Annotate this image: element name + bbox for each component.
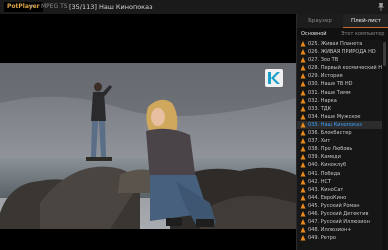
media-file-icon: [300, 81, 306, 87]
playlist-item-label: 046. Русский Детектив: [308, 210, 369, 217]
media-file-icon: [300, 235, 306, 241]
playlist-item[interactable]: 032. Нарка: [297, 97, 383, 105]
playlist-item-label: 038. Про Любовь: [308, 146, 353, 153]
playlist-item[interactable]: 027. Зоо ТВ: [297, 56, 383, 64]
playlist-item[interactable]: 047. Русский Иллюзион: [297, 218, 383, 226]
title-bar: PotPlayer ▾ MPEG TS [35/113] Наш Кинопок…: [0, 0, 388, 14]
media-file-icon: [300, 73, 306, 79]
playlist-item[interactable]: 045. Русский Роман: [297, 202, 383, 210]
playlist-item[interactable]: 049. Ретро: [297, 234, 383, 242]
playlist-item-label: 031. Наше Тимм: [308, 89, 351, 96]
media-file-icon: [300, 105, 306, 112]
playlist-item-label: 025. Живая Планета: [308, 41, 363, 47]
media-file-icon: [300, 65, 306, 71]
playlist-item-label: 041. Победа: [308, 170, 341, 177]
media-file-icon: [300, 121, 306, 128]
subtab-this-computer[interactable]: Этот компьютер: [341, 28, 384, 40]
playlist-item[interactable]: 036. Блокбастер: [297, 129, 383, 137]
playlist-item[interactable]: 048. Иллюзион+: [297, 226, 383, 234]
playlist-item[interactable]: 025. Живая Планета: [297, 40, 383, 48]
playlist-item-label: 029. История: [308, 73, 343, 80]
channel-logo-icon: [265, 69, 283, 87]
playlist-item-label: 033. ТДК: [308, 105, 332, 112]
media-file-icon: [300, 202, 306, 209]
pin-icon[interactable]: [376, 2, 386, 12]
media-file-icon: [300, 170, 306, 176]
media-file-icon: [300, 227, 306, 233]
video-area[interactable]: [0, 14, 296, 250]
playlist-item[interactable]: 043. КиноСат: [297, 186, 383, 194]
window-title: [35/113] Наш Кинопоказ: [69, 3, 153, 11]
playlist-item[interactable]: 046. Русский Детектив: [297, 210, 383, 218]
media-file-icon: [300, 146, 306, 152]
video-frame: [0, 63, 296, 229]
media-file-icon: [300, 194, 306, 201]
media-file-icon: [300, 186, 306, 193]
subtab-main[interactable]: Основной: [301, 28, 327, 40]
media-file-icon: [300, 138, 306, 144]
playlist-item-label: 035. Наш Кинопоказ: [308, 121, 362, 128]
playlist-item[interactable]: 034. Наше Мужское: [297, 113, 383, 121]
playlist-item-label: 037. Хит: [308, 138, 331, 145]
media-file-icon: [300, 41, 306, 47]
panel-subtabs: Основной Этот компьютер: [297, 28, 388, 40]
media-file-icon: [300, 154, 306, 160]
playlist-panel: Браузер Плей-лист Основной Этот компьюте…: [296, 14, 388, 250]
media-file-icon: [300, 130, 306, 136]
playlist-item[interactable]: 037. Хит: [297, 137, 383, 145]
playlist-item-label: 042. НСТ: [308, 178, 332, 185]
playlist-item-label: 028. Первый космический HD: [308, 65, 383, 72]
playlist-item[interactable]: 038. Про Любовь: [297, 145, 383, 153]
media-file-icon: [300, 97, 306, 104]
playlist-item-label: 030. Наше ТВ HD: [308, 81, 353, 88]
media-file-icon: [300, 162, 306, 168]
playlist-item[interactable]: 031. Наше Тимм: [297, 89, 383, 97]
media-file-icon: [300, 57, 306, 63]
playlist: 025. Живая Планета 026. ЖИВАЯ ПРИРОДА HD 0…: [297, 40, 383, 250]
playlist-item-label: 044. ЕвроКино: [308, 194, 347, 201]
playlist-item-label: 032. Нарка: [308, 97, 337, 104]
playlist-item-label: 040. Киноклуб: [308, 162, 347, 169]
media-file-icon: [300, 89, 306, 96]
media-file-icon: [300, 113, 306, 120]
playlist-item[interactable]: 039. Камеди: [297, 153, 383, 161]
playlist-scrollbar[interactable]: [382, 40, 387, 250]
playlist-item-label: 039. Камеди: [308, 154, 341, 161]
panel-tabs: Браузер Плей-лист: [297, 14, 388, 28]
playlist-item-label: 043. КиноСат: [308, 186, 344, 193]
playlist-item-label: 027. Зоо ТВ: [308, 57, 339, 64]
app-menu-button[interactable]: PotPlayer: [4, 2, 43, 12]
format-label: MPEG TS: [41, 3, 68, 10]
chevron-down-icon[interactable]: ▾: [30, 1, 33, 13]
playlist-item[interactable]: 035. Наш Кинопоказ: [297, 120, 383, 130]
media-file-icon: [300, 210, 306, 217]
media-file-icon: [300, 219, 306, 225]
playlist-item-label: 049. Ретро: [308, 235, 336, 242]
scroll-thumb[interactable]: [383, 42, 386, 66]
playlist-item-label: 034. Наше Мужское: [308, 113, 361, 120]
tab-browser[interactable]: Браузер: [297, 14, 343, 28]
playlist-item[interactable]: 030. Наше ТВ HD: [297, 80, 383, 88]
media-file-icon: [300, 178, 306, 185]
playlist-item[interactable]: 033. ТДК: [297, 105, 383, 113]
playlist-item[interactable]: 028. Первый космический HD: [297, 64, 383, 72]
playlist-item[interactable]: 040. Киноклуб: [297, 161, 383, 169]
playlist-item-label: 026. ЖИВАЯ ПРИРОДА HD: [308, 49, 376, 56]
playlist-item[interactable]: 026. ЖИВАЯ ПРИРОДА HD: [297, 48, 383, 56]
playlist-item-label: 048. Иллюзион+: [308, 227, 352, 234]
media-file-icon: [300, 49, 306, 55]
playlist-item-label: 036. Блокбастер: [308, 130, 352, 137]
playlist-item[interactable]: 044. ЕвроКино: [297, 194, 383, 202]
playlist-item[interactable]: 041. Победа: [297, 170, 383, 178]
playlist-item[interactable]: 029. История: [297, 72, 383, 80]
tab-playlist[interactable]: Плей-лист: [343, 14, 388, 28]
playlist-item-label: 047. Русский Иллюзион: [308, 219, 370, 226]
playlist-item-label: 045. Русский Роман: [308, 202, 360, 209]
playlist-item[interactable]: 042. НСТ: [297, 178, 383, 186]
